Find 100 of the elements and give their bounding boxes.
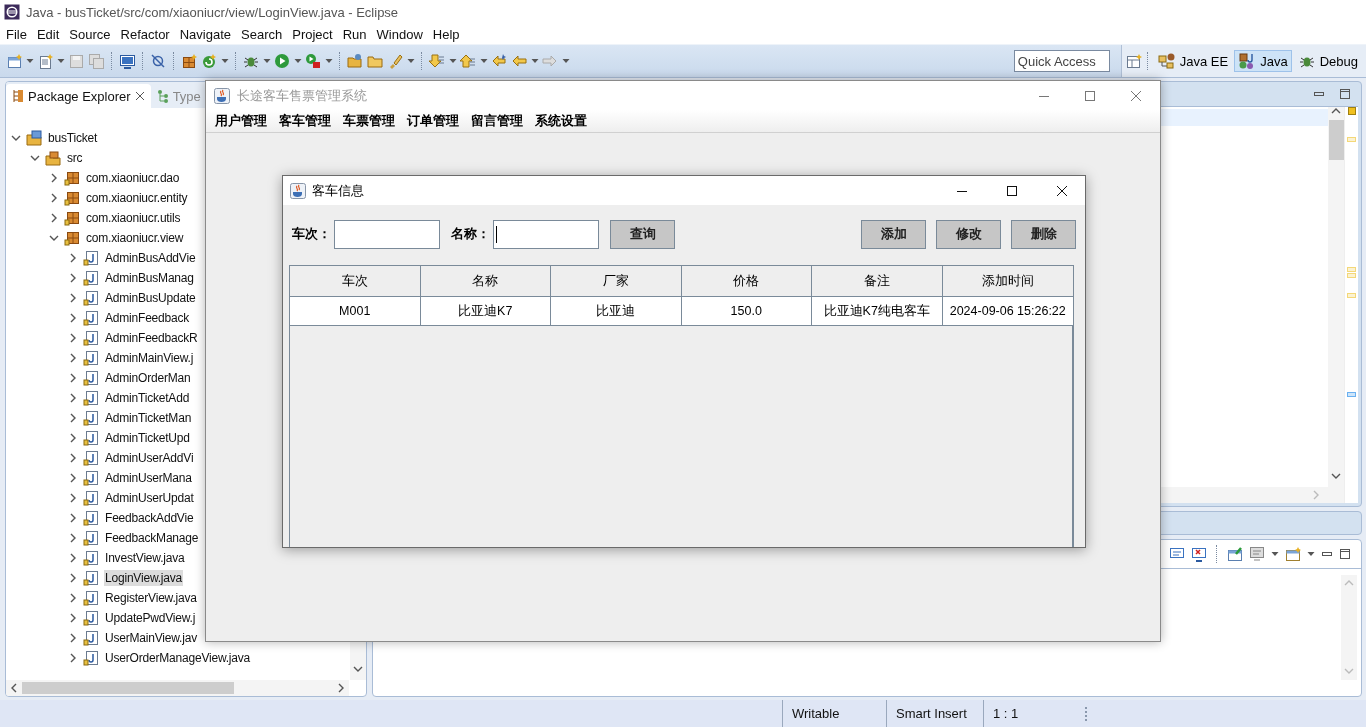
pin-console-icon[interactable]: [1227, 546, 1243, 562]
quick-access-field[interactable]: Quick Access: [1013, 50, 1110, 72]
expand-icon[interactable]: [68, 253, 78, 263]
new-item-icon[interactable]: [37, 52, 54, 70]
expand-icon[interactable]: [68, 333, 78, 343]
expand-icon[interactable]: [68, 573, 78, 583]
tree-item[interactable]: FeedbackManage: [104, 530, 200, 546]
menu-item[interactable]: Project: [287, 26, 338, 42]
expand-icon[interactable]: [68, 473, 78, 483]
maximize-icon[interactable]: [1006, 184, 1018, 197]
scroll-left-icon[interactable]: [10, 683, 18, 693]
expand-icon[interactable]: [68, 393, 78, 403]
collapse-icon[interactable]: [11, 133, 21, 143]
tree-item[interactable]: UpdatePwdView.j: [104, 610, 197, 626]
expand-icon[interactable]: [68, 533, 78, 543]
menu-item[interactable]: Window: [371, 26, 428, 42]
close-icon[interactable]: [1056, 184, 1068, 197]
tree-item[interactable]: com.xiaoniucr.view: [85, 230, 185, 246]
collapse-icon[interactable]: [30, 153, 40, 163]
expand-icon[interactable]: [49, 173, 59, 183]
annotation-marker-icon[interactable]: [1347, 107, 1356, 115]
action-button[interactable]: 修改: [936, 219, 1001, 249]
expand-icon[interactable]: [68, 413, 78, 423]
tree-item[interactable]: UserOrderManageView.java: [104, 650, 252, 666]
scrollbar-thumb[interactable]: [22, 682, 234, 694]
menu-item[interactable]: Run: [337, 26, 372, 42]
tree-item[interactable]: AdminOrderMan: [104, 370, 192, 386]
tree-item[interactable]: UserMainView.jav: [104, 630, 198, 646]
expand-icon[interactable]: [68, 613, 78, 623]
expand-icon[interactable]: [68, 453, 78, 463]
expand-icon[interactable]: [68, 553, 78, 563]
menu-item[interactable]: Navigate: [174, 26, 236, 42]
tree-item[interactable]: AdminMainView.j: [104, 350, 195, 366]
column-header[interactable]: 备注: [812, 266, 943, 297]
menu-item[interactable]: Edit: [31, 26, 65, 42]
menu-item[interactable]: Refactor: [115, 26, 175, 42]
scroll-down-icon[interactable]: [1331, 473, 1341, 481]
previous-annotation-icon[interactable]: [460, 52, 477, 70]
expand-icon[interactable]: [68, 373, 78, 383]
tree-item[interactable]: AdminFeedbackR: [104, 330, 199, 346]
scroll-up-icon[interactable]: [1331, 107, 1341, 115]
expand-icon[interactable]: [68, 433, 78, 443]
tree-item[interactable]: AdminBusAddVie: [104, 250, 197, 266]
menu-item[interactable]: Help: [427, 26, 465, 42]
tree-item[interactable]: AdminUserMana: [104, 470, 193, 486]
tree-item[interactable]: AdminTicketUpd: [104, 430, 191, 446]
view-tab[interactable]: Package Explorer: [6, 84, 151, 108]
menu-item[interactable]: Search: [236, 26, 288, 42]
tree-item[interactable]: busTicket: [47, 130, 99, 146]
column-header[interactable]: 名称: [420, 266, 551, 297]
expand-icon[interactable]: [49, 193, 59, 203]
display-console-icon[interactable]: [1249, 546, 1265, 562]
next-annotation-icon[interactable]: [429, 52, 446, 70]
expand-icon[interactable]: [68, 493, 78, 503]
input-field[interactable]: [493, 219, 599, 249]
perspective-button[interactable]: Debug: [1293, 50, 1362, 72]
scrollbar-thumb[interactable]: [1328, 120, 1344, 160]
scroll-down-icon[interactable]: [353, 666, 363, 674]
menu-item[interactable]: 车票管理: [337, 112, 401, 130]
scroll-right-icon[interactable]: [337, 683, 345, 693]
menu-item[interactable]: 订单管理: [401, 112, 465, 130]
tree-item[interactable]: AdminUserUpdat: [104, 490, 195, 506]
tree-item[interactable]: FeedbackAddVie: [104, 510, 195, 526]
tree-item[interactable]: LoginView.java: [104, 570, 184, 586]
run-icon[interactable]: [274, 52, 291, 70]
refresh-icon[interactable]: [201, 52, 218, 70]
new-file-icon[interactable]: [6, 52, 23, 70]
menu-item[interactable]: 客车管理: [273, 112, 337, 130]
tree-item[interactable]: AdminUserAddVi: [104, 450, 195, 466]
collapse-icon[interactable]: [49, 233, 59, 243]
perspective-button[interactable]: Java: [1234, 50, 1292, 72]
tree-item[interactable]: AdminFeedback: [104, 310, 191, 326]
tree-item[interactable]: InvestView.java: [104, 550, 186, 566]
tree-item[interactable]: AdminBusUpdate: [104, 290, 197, 306]
open-perspective-icon[interactable]: [1125, 53, 1142, 69]
maximize-icon[interactable]: [1339, 548, 1351, 560]
input-field[interactable]: [334, 219, 440, 249]
remove-console-icon[interactable]: [1191, 546, 1207, 562]
expand-icon[interactable]: [68, 353, 78, 363]
perspective-button[interactable]: Java EE: [1153, 50, 1233, 72]
tree-item[interactable]: src: [66, 150, 84, 166]
expand-icon[interactable]: [68, 293, 78, 303]
tree-item[interactable]: RegisterView.java: [104, 590, 198, 606]
expand-icon[interactable]: [68, 513, 78, 523]
search-button[interactable]: 查询: [610, 219, 675, 249]
action-button[interactable]: 添加: [861, 219, 926, 249]
annotation-marker-icon[interactable]: [1347, 392, 1356, 397]
tree-item[interactable]: AdminBusManag: [104, 270, 195, 286]
menu-item[interactable]: Source: [64, 26, 116, 42]
expand-icon[interactable]: [68, 273, 78, 283]
column-header[interactable]: 价格: [681, 266, 812, 297]
tree-item[interactable]: AdminTicketMan: [104, 410, 193, 426]
expand-icon[interactable]: [49, 213, 59, 223]
new-console-icon[interactable]: [1285, 546, 1301, 562]
menu-item[interactable]: 用户管理: [209, 112, 273, 130]
column-header[interactable]: 厂家: [551, 266, 682, 297]
action-button[interactable]: 删除: [1011, 219, 1076, 249]
tree-item[interactable]: com.xiaoniucr.dao: [85, 170, 181, 186]
tree-item[interactable]: com.xiaoniucr.entity: [85, 190, 189, 206]
run-config-icon[interactable]: [305, 52, 322, 70]
